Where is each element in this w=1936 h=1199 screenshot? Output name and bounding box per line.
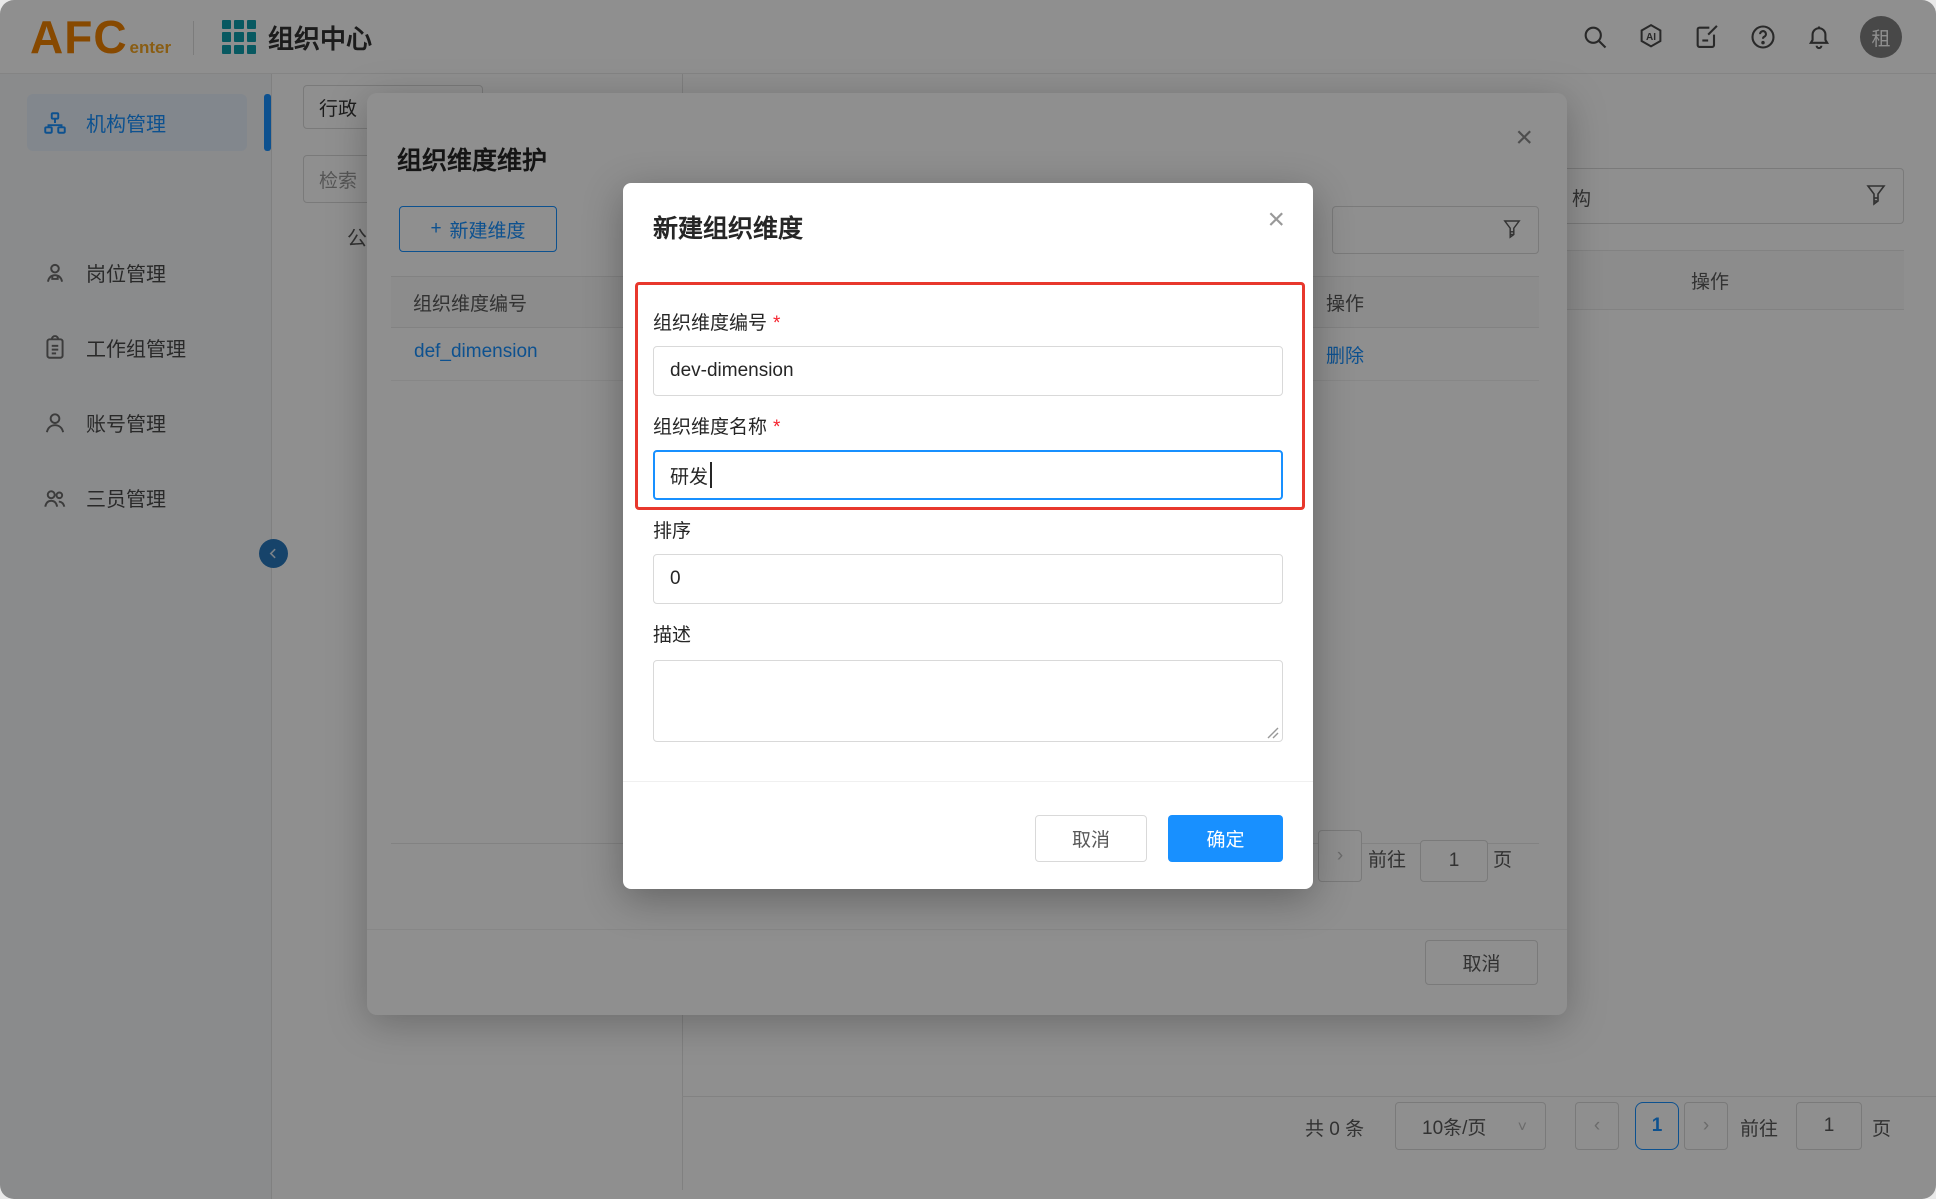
required-asterisk: * [773,417,780,438]
code-input[interactable] [653,346,1283,396]
dialog-close-icon[interactable]: × [1267,205,1285,235]
name-input[interactable]: 研发 [653,450,1283,500]
new-dimension-dialog: 新建组织维度 × 组织维度编号 * 组织维度名称 * 研发 排序 描述 取消 确定 [623,183,1313,889]
text-caret [710,462,712,488]
textarea-resize-handle[interactable] [1265,725,1279,739]
code-label-text: 组织维度编号 [653,313,767,334]
dialog-confirm-button[interactable]: 确定 [1168,815,1283,862]
name-field-label: 组织维度名称 * [653,412,780,439]
dialog-title: 新建组织维度 [653,209,803,245]
sort-input[interactable] [653,554,1283,604]
dialog-cancel-button[interactable]: 取消 [1035,815,1147,862]
desc-field-label: 描述 [653,620,691,647]
sort-field-label: 排序 [653,516,691,543]
code-field-label: 组织维度编号 * [653,308,780,335]
name-label-text: 组织维度名称 [653,417,767,438]
dialog-footer-divider [623,781,1313,782]
app-window: AFC enter 组织中心 AI 租 [0,0,1936,1199]
required-asterisk: * [773,313,780,334]
desc-textarea[interactable] [653,660,1283,742]
name-input-value: 研发 [670,462,708,489]
